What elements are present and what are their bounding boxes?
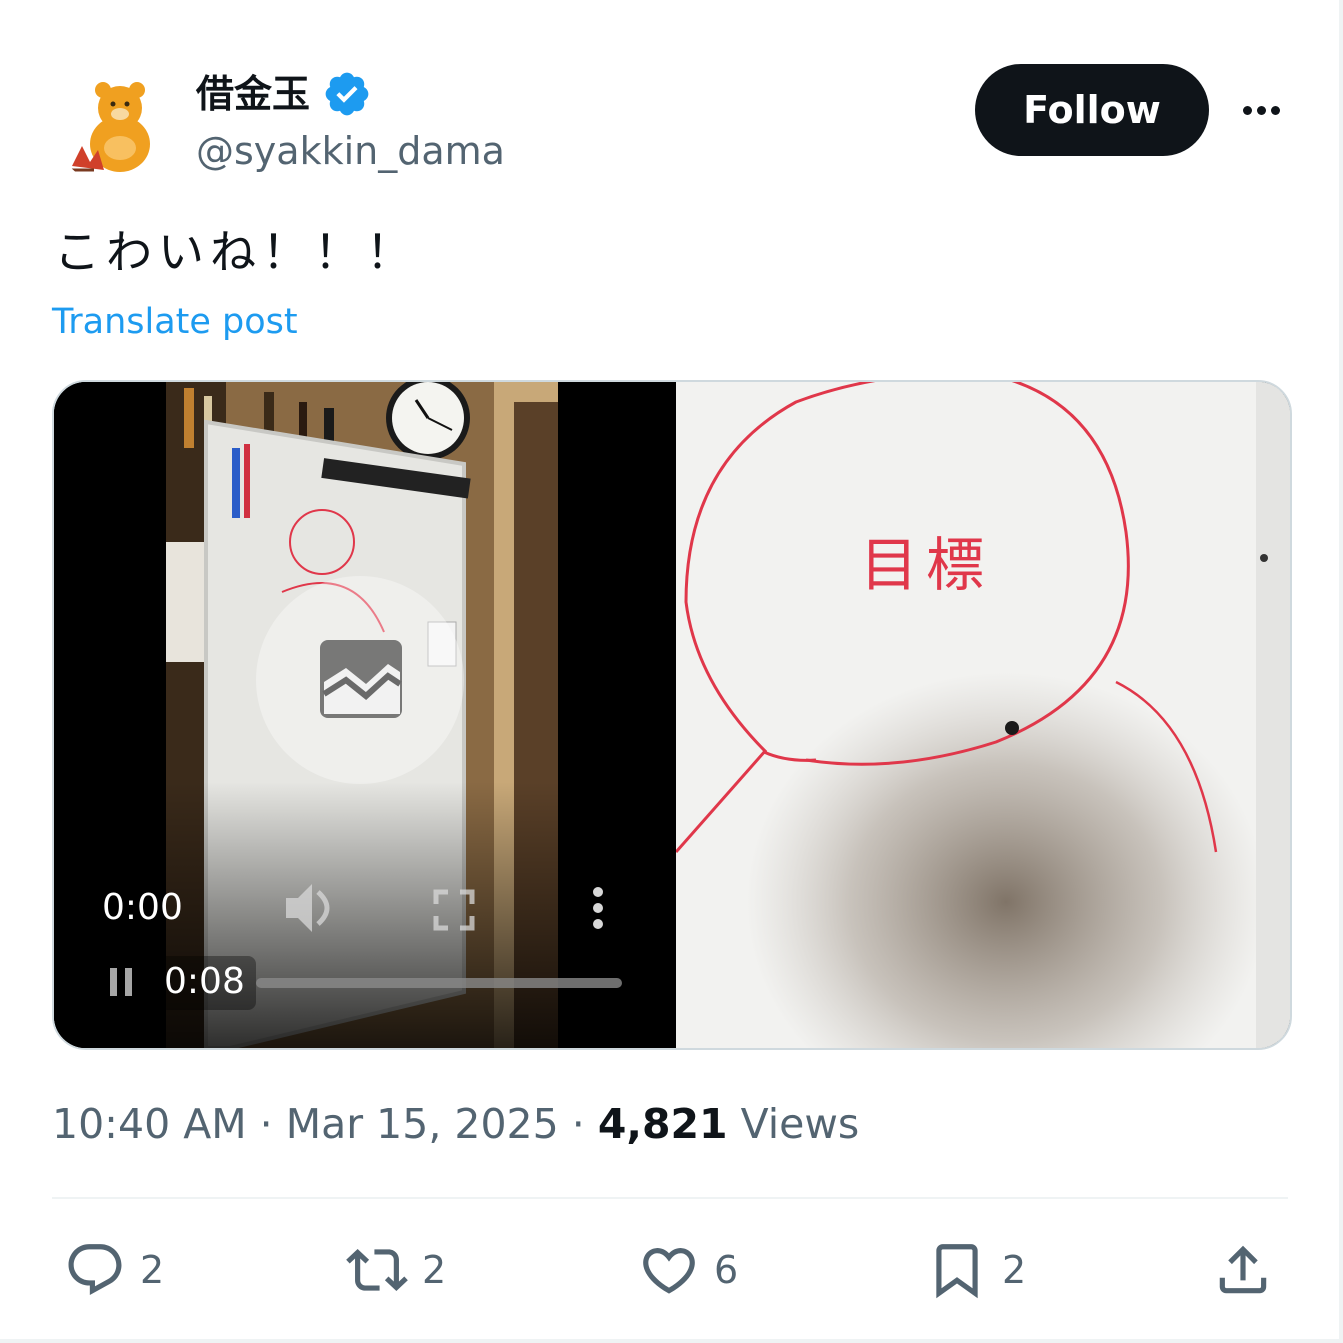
share-button[interactable]	[1212, 1230, 1274, 1310]
repost-button[interactable]: 2	[346, 1230, 446, 1310]
bookmark-count: 2	[1002, 1248, 1027, 1292]
follow-button[interactable]: Follow	[975, 64, 1209, 156]
post-meta: 10:40 AM · Mar 15, 2025 · 4,821 Views	[52, 1096, 859, 1152]
post-text: こわいね！！！	[54, 225, 418, 279]
like-count: 6	[714, 1248, 739, 1292]
author-name-row[interactable]: 借金玉	[196, 66, 372, 122]
bookmark-button[interactable]: 2	[926, 1230, 1026, 1310]
repost-count: 2	[422, 1248, 447, 1292]
author-handle[interactable]: @syakkin_dama	[196, 126, 505, 176]
reply-button[interactable]: 2	[64, 1230, 164, 1310]
views-count: 4,821	[597, 1100, 728, 1148]
share-icon	[1219, 1245, 1267, 1294]
display-name[interactable]: 借金玉	[196, 66, 310, 122]
media-grid[interactable]: 0:00 0:08 目標	[52, 380, 1292, 1050]
whiteboard-photo	[674, 382, 1290, 1048]
action-bar: 2 2 6 2	[0, 1230, 1343, 1310]
bookmark-icon	[936, 1244, 978, 1299]
whiteboard-text: 目標	[860, 531, 993, 599]
video-current-time: 0:00	[102, 887, 183, 928]
divider	[52, 1197, 1288, 1199]
views-label: Views	[740, 1100, 860, 1148]
avatar[interactable]	[54, 66, 174, 186]
verified-badge-icon	[325, 72, 369, 116]
post-date[interactable]: Mar 15, 2025	[286, 1100, 559, 1148]
more-options-icon[interactable]	[1236, 92, 1286, 128]
video-frame	[54, 382, 668, 1048]
repost-icon	[346, 1249, 408, 1291]
reply-count: 2	[140, 1248, 165, 1292]
reply-icon	[68, 1244, 122, 1296]
video-player[interactable]: 0:00 0:08	[54, 382, 668, 1048]
post-time[interactable]: 10:40 AM	[52, 1100, 247, 1148]
image-whiteboard[interactable]: 目標	[674, 382, 1290, 1048]
translate-post-link[interactable]: Translate post	[52, 298, 298, 346]
meta-separator-2: ·	[571, 1100, 585, 1148]
video-menu-icon[interactable]	[593, 887, 603, 929]
meta-separator: ·	[259, 1100, 273, 1148]
video-progress-bar[interactable]	[256, 978, 622, 988]
bear-avatar-icon	[54, 66, 174, 186]
heart-icon	[643, 1248, 695, 1294]
video-duration: 0:08	[164, 961, 245, 1002]
like-button[interactable]: 6	[638, 1230, 738, 1310]
